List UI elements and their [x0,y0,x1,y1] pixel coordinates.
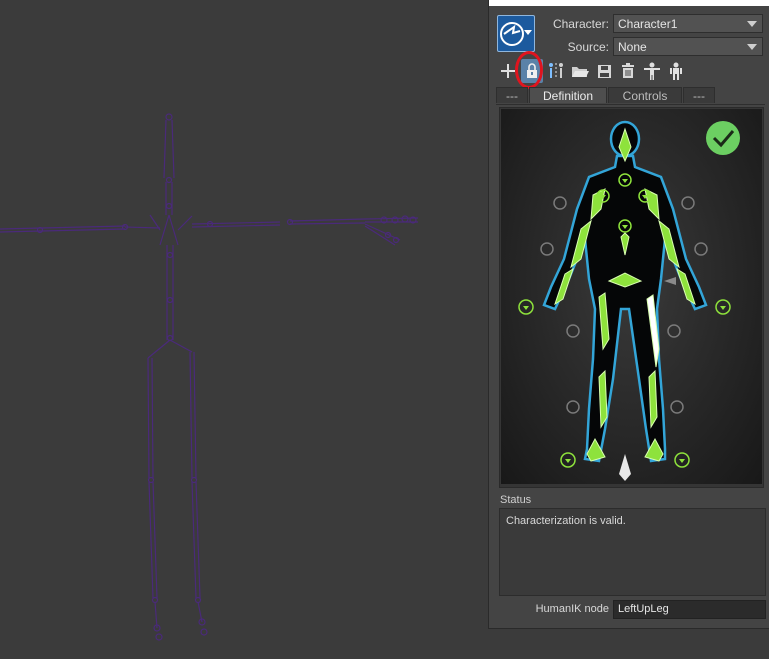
humanik-logo-menu[interactable] [497,15,535,52]
save-button[interactable] [593,59,615,83]
source-value: None [618,40,647,54]
add-button[interactable] [497,59,519,83]
panel-top-strip [489,0,769,6]
humanik-node-label: HumanIK node [535,603,609,615]
left-extra-handle-1[interactable] [553,196,567,210]
delete-button[interactable] [617,59,639,83]
t-pose-icon [644,62,660,80]
add-icon [501,64,515,78]
open-button[interactable] [569,59,591,83]
right-extra-handle-1[interactable] [681,196,695,210]
definition-view [501,109,762,484]
right-leg-bone[interactable] [648,369,658,429]
delete-icon [622,63,634,78]
skeleton-icon [670,62,682,80]
left-extra-handle-3[interactable] [566,324,580,338]
open-folder-icon [572,67,589,77]
character-dropdown[interactable]: Character1 [613,14,763,33]
lock-button[interactable] [521,59,543,83]
chevron-down-icon [524,30,532,35]
skeleton-button[interactable] [665,59,687,83]
save-icon [597,64,611,78]
right-extra-handle-4[interactable] [670,400,684,414]
mirror-button[interactable] [545,59,567,83]
tab-left-placeholder[interactable]: --- [496,87,528,103]
tab-bar: --- Definition Controls --- [496,87,765,105]
lock-icon [527,63,537,78]
character-label: Character: [552,17,609,31]
humanik-panel: Character: Character1 Source: None --- D… [488,0,769,629]
side-arrow-icon [664,277,676,285]
viewport[interactable] [0,0,488,659]
valid-check-icon [706,121,740,155]
source-label: Source: [567,40,609,54]
left-extra-handle-4[interactable] [566,400,580,414]
skeleton-wireframe [0,113,419,641]
reference-marker[interactable] [619,454,631,481]
toolbar [497,59,757,83]
tab-right-placeholder[interactable]: --- [683,87,715,103]
t-pose-button[interactable] [641,59,663,83]
tab-controls[interactable]: Controls [608,87,682,103]
mirror-icon [549,63,563,79]
source-dropdown[interactable]: None [613,37,763,56]
character-value: Character1 [618,17,678,31]
humanik-node-value: LeftUpLeg [618,603,669,615]
chevron-down-icon [747,44,757,50]
left-leg-bone[interactable] [598,369,608,429]
status-message: Characterization is valid. [506,515,626,527]
chevron-down-icon [747,21,757,27]
body-map [518,120,740,481]
tab-definition[interactable]: Definition [529,87,607,103]
right-extra-handle-3[interactable] [667,324,681,338]
status-message-box: Characterization is valid. [499,508,766,596]
right-extra-handle-2[interactable] [694,242,708,256]
left-extra-handle-2[interactable] [540,242,554,256]
humanik-node-field[interactable]: LeftUpLeg [613,600,766,619]
status-title: Status [500,494,532,506]
